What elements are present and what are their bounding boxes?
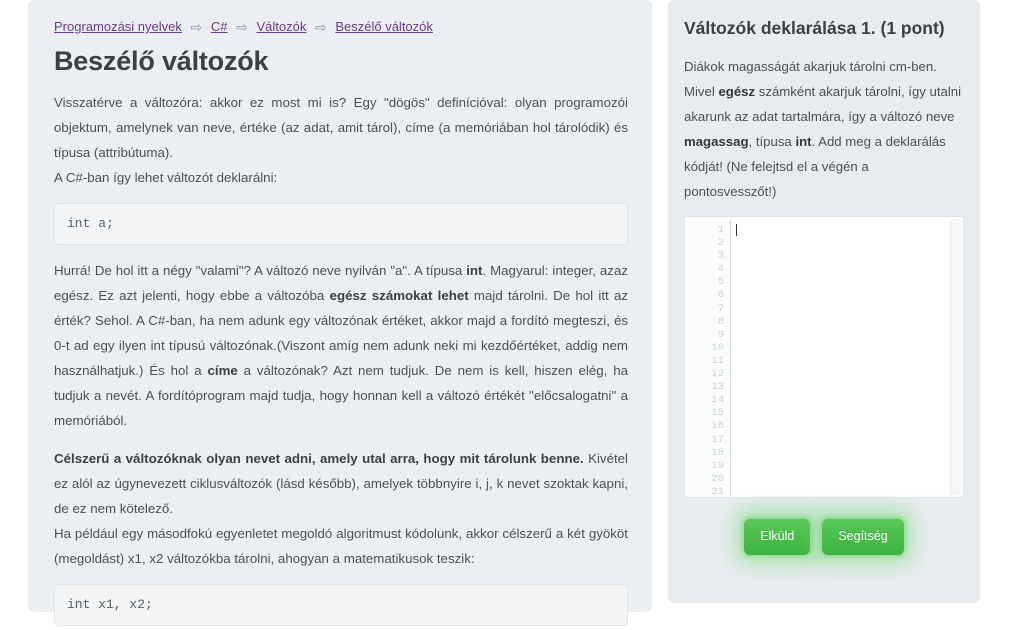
paragraph-quadratic: Ha például egy másodfokú egyenletet mego… — [54, 526, 628, 566]
submit-button[interactable]: Elküld — [744, 518, 811, 555]
task-title: Változók deklarálása 1. (1 pont) — [684, 18, 945, 38]
breadcrumb-item-1[interactable]: C# — [211, 19, 228, 34]
text-strong: címe — [207, 363, 238, 378]
editor-scrollbar[interactable] — [950, 219, 961, 495]
page-title: Beszélő változók — [54, 46, 269, 76]
breadcrumb-item-2[interactable]: Változók — [256, 19, 306, 34]
line-number: 1 — [717, 224, 724, 236]
text-frag: , típusa — [748, 134, 796, 149]
help-button[interactable]: Segítség — [822, 518, 904, 555]
code-block-int-a: int a; — [54, 203, 628, 245]
line-number: 13 — [711, 381, 724, 394]
line-number: 17 — [711, 433, 724, 446]
page-root: Programozási nyelvek ⇨ C# ⇨ Változók ⇨ B… — [0, 0, 1024, 630]
text-strong: int — [795, 134, 812, 149]
text-strong: egész — [718, 84, 756, 99]
paragraph-naming: Célszerű a változóknak olyan nevet adni,… — [54, 446, 628, 521]
line-number: 18 — [711, 446, 724, 459]
text-strong: egész számokat lehet — [329, 288, 469, 303]
line-number: 11 — [711, 354, 724, 367]
text-strong: int — [466, 263, 483, 278]
article-body: Visszatérve a változóra: akkor ez most m… — [42, 90, 638, 630]
line-number: 10 — [711, 341, 724, 354]
text-frag: Hurrá! De hol itt a négy "valami"? A vál… — [54, 263, 467, 278]
line-number: 20 — [711, 472, 724, 485]
breadcrumb: Programozási nyelvek ⇨ C# ⇨ Változók ⇨ B… — [42, 14, 638, 36]
line-number: 4 — [717, 263, 724, 276]
paragraph-four-things: Hurrá! De hol itt a négy "valami"? A vál… — [54, 258, 628, 433]
text-strong: magassag — [684, 134, 749, 149]
breadcrumb-item-3[interactable]: Beszélő változók — [335, 19, 433, 34]
line-number: 3 — [717, 250, 724, 263]
line-number: 7 — [717, 302, 724, 315]
line-number-gutter: 1 2 3 4 5 6 7 8 9 10 11 12 13 14 15 16 17 18 19 20 21 — [687, 219, 731, 495]
text-strong: Célszerű a változóknak olyan nevet adni,… — [54, 451, 584, 466]
paragraph-definition: Visszatérve a változóra: akkor ez most m… — [54, 95, 628, 160]
line-number: 14 — [711, 394, 724, 407]
arrow-right-icon: ⇨ — [236, 19, 248, 35]
arrow-right-icon: ⇨ — [314, 19, 327, 35]
line-number: 9 — [717, 328, 724, 341]
line-number: 19 — [711, 459, 724, 472]
text-caret — [736, 224, 737, 236]
code-editor[interactable]: 1 2 3 4 5 6 7 8 9 10 11 12 13 14 15 16 17 18 19 20 21 — [684, 216, 964, 498]
task-panel: Változók deklarálása 1. (1 pont) Diákok … — [668, 0, 980, 603]
line-number: 21 — [711, 485, 724, 495]
code-block-int-x1-x2: int x1, x2; — [54, 584, 628, 626]
code-input-area[interactable] — [731, 219, 950, 495]
line-number: 2 — [717, 237, 724, 250]
line-number: 12 — [711, 368, 724, 381]
breadcrumb-item-0[interactable]: Programozási nyelvek — [54, 19, 182, 34]
code-editor-inner[interactable]: 1 2 3 4 5 6 7 8 9 10 11 12 13 14 15 16 17 18 19 20 21 — [687, 219, 961, 495]
line-number: 15 — [711, 407, 724, 420]
line-number: 16 — [711, 420, 724, 433]
article-panel: Programozási nyelvek ⇨ C# ⇨ Változók ⇨ B… — [28, 0, 652, 626]
line-number: 8 — [717, 315, 724, 328]
task-description: Diákok magasságát akarjuk tárolni cm-ben… — [684, 54, 964, 204]
line-number: 6 — [717, 289, 724, 302]
line-number: 5 — [717, 276, 724, 289]
task-button-row: Elküld Segítség — [684, 518, 964, 555]
paragraph-declare-intro: A C#-ban így lehet változót deklarálni: — [54, 170, 278, 185]
arrow-right-icon: ⇨ — [190, 19, 203, 35]
